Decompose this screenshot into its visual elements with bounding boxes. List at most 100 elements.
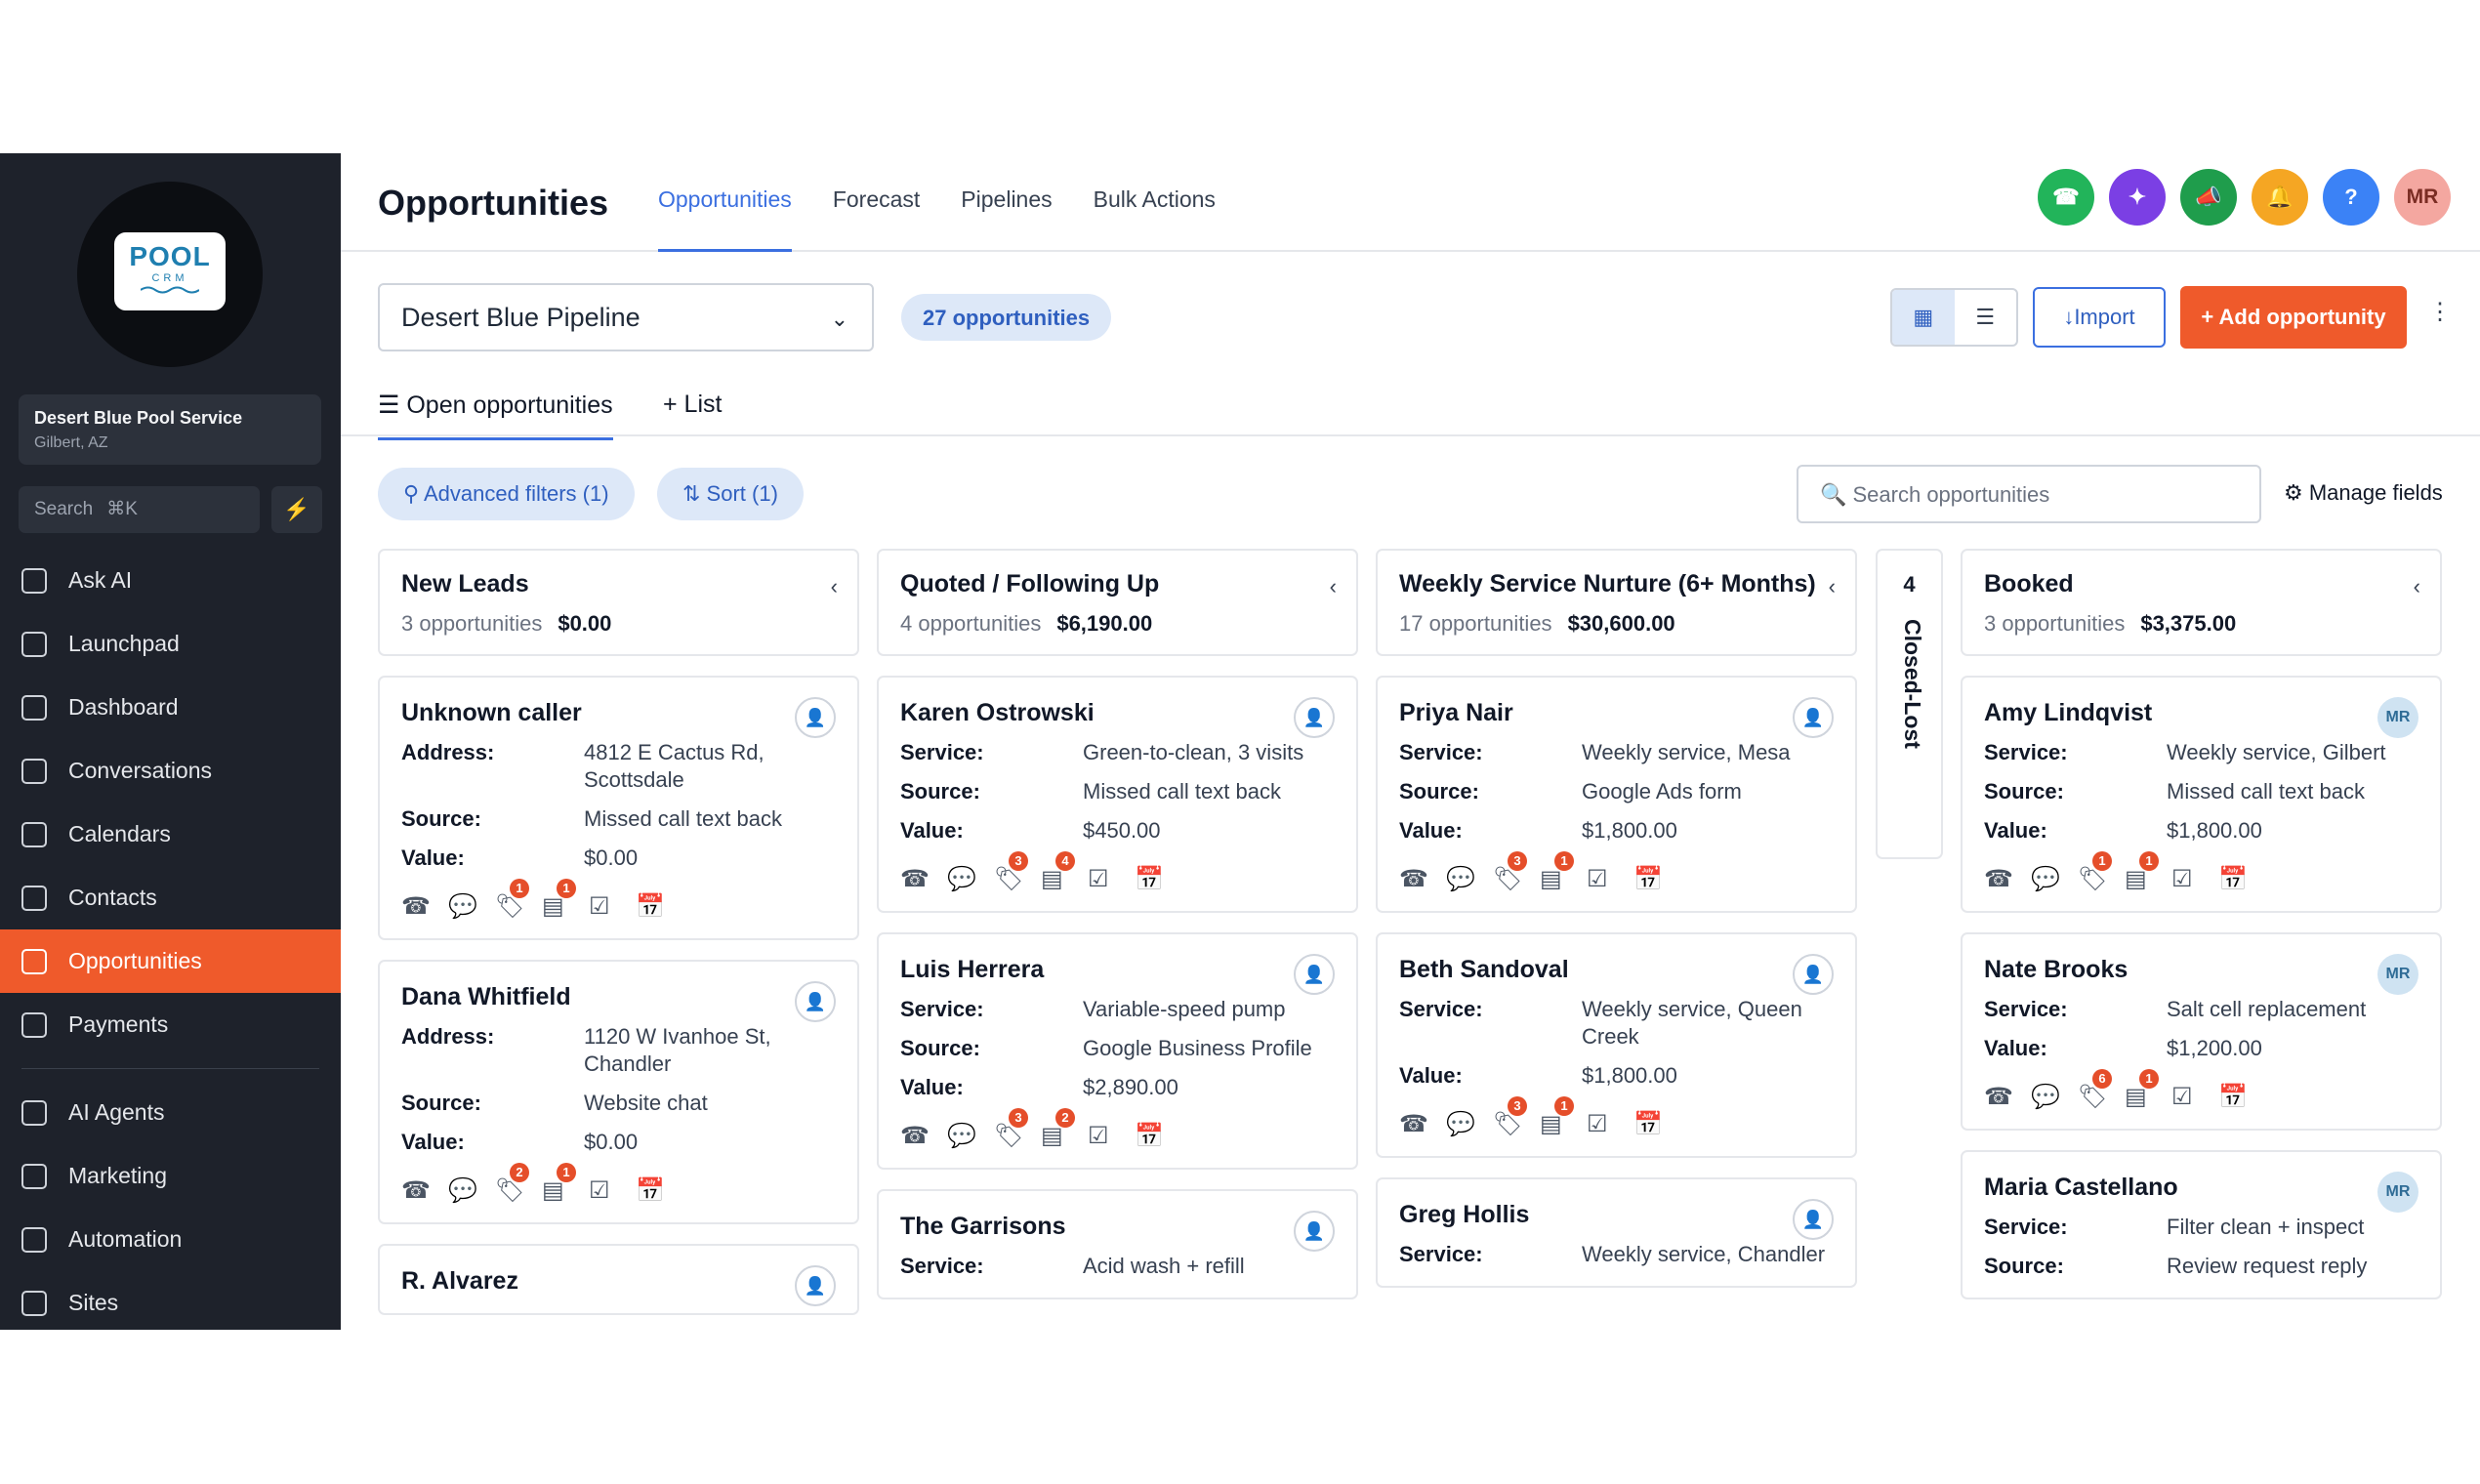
list-view-icon[interactable]: ☰ [1955, 290, 2017, 345]
tab-bulk-actions[interactable]: Bulk Actions [1094, 153, 1216, 252]
task-icon[interactable]: ☑ [1088, 1122, 1135, 1150]
assignee-avatar[interactable]: MR [2377, 697, 2418, 738]
notes-icon[interactable]: ▤ 4 [1041, 851, 1088, 893]
bell-icon[interactable]: 🔔 [2252, 169, 2308, 226]
tab-opportunities[interactable]: Opportunities [658, 153, 792, 252]
sidebar-item-calendars[interactable]: Calendars [0, 803, 341, 866]
message-icon[interactable]: 💬 [448, 1176, 495, 1205]
help-icon[interactable]: ? [2323, 169, 2379, 226]
collapse-icon[interactable]: ‹ [1829, 574, 1836, 599]
pipeline-select[interactable]: Desert Blue Pipeline ⌄ [378, 283, 874, 351]
message-icon[interactable]: 💬 [2031, 1083, 2078, 1111]
call-icon[interactable]: ☎ [401, 892, 448, 921]
opportunity-card[interactable]: Greg Hollis 👤 Service: Weekly service, Chan… [1376, 1177, 1857, 1288]
message-icon[interactable]: 💬 [947, 1122, 994, 1150]
user-icon[interactable]: 👤 [795, 697, 836, 738]
opportunity-card[interactable]: Unknown caller 👤 Address: 4812 E Cactus Rd,… [378, 676, 859, 940]
assignee-avatar[interactable]: MR [2377, 954, 2418, 995]
message-icon[interactable]: 💬 [2031, 865, 2078, 893]
call-icon[interactable]: ☎ [1399, 865, 1446, 893]
collapse-icon[interactable]: ‹ [1330, 574, 1337, 599]
grid-view-icon[interactable]: ▦ [1892, 290, 1955, 345]
sort-button[interactable]: ⇅ Sort (1) [657, 468, 804, 520]
user-icon[interactable]: 👤 [1793, 697, 1834, 738]
user-icon[interactable]: 👤 [795, 1265, 836, 1306]
user-icon[interactable]: 👤 [795, 981, 836, 1022]
user-icon[interactable]: 👤 [1294, 954, 1335, 995]
sidebar-item-contacts[interactable]: Contacts [0, 866, 341, 929]
tag-icon[interactable]: 🏷 3 [1493, 851, 1540, 893]
call-icon[interactable]: ☎ [1984, 1083, 2031, 1111]
opportunity-card[interactable]: Priya Nair 👤 Service: Weekly service, Mesa S… [1376, 676, 1857, 913]
task-icon[interactable]: ☑ [2171, 1083, 2218, 1111]
task-icon[interactable]: ☑ [589, 892, 636, 921]
opportunity-card[interactable]: Maria Castellano MR Service: Filter clean +… [1961, 1150, 2442, 1299]
opportunity-card[interactable]: R. Alvarez 👤 [378, 1244, 859, 1315]
opportunity-card[interactable]: Beth Sandoval 👤 Service: Weekly service, Qu… [1376, 932, 1857, 1158]
notes-icon[interactable]: ▤ 1 [1540, 851, 1587, 893]
calendar-icon[interactable]: 📅 [1135, 865, 1181, 893]
user-icon[interactable]: 👤 [1793, 1199, 1834, 1240]
sidebar-item-launchpad[interactable]: Launchpad [0, 612, 341, 676]
sidebar-item-marketing[interactable]: Marketing [0, 1144, 341, 1208]
calendar-icon[interactable]: 📅 [1135, 1122, 1181, 1150]
sidebar-item-dashboard[interactable]: Dashboard [0, 676, 341, 739]
tag-icon[interactable]: 🏷 3 [1493, 1096, 1540, 1138]
user-icon[interactable]: 👤 [1294, 697, 1335, 738]
notes-icon[interactable]: ▤ 1 [2125, 851, 2171, 893]
quick-actions-bolt-icon[interactable]: ⚡ [271, 486, 322, 533]
tab-pipelines[interactable]: Pipelines [961, 153, 1052, 252]
notes-icon[interactable]: ▤ 1 [1540, 1096, 1587, 1138]
calendar-icon[interactable]: 📅 [1633, 1110, 1680, 1138]
tag-icon[interactable]: 🏷 6 [2078, 1069, 2125, 1111]
manage-fields-button[interactable]: ⚙ Manage fields [2284, 480, 2443, 506]
sidebar-search[interactable]: Search ⌘K [19, 486, 260, 533]
more-options-icon[interactable]: ⋮ [2428, 298, 2452, 326]
tab-forecast[interactable]: Forecast [833, 153, 920, 252]
task-icon[interactable]: ☑ [589, 1176, 636, 1205]
closed-lost-column[interactable]: 4 Closed-Lost [1876, 549, 1943, 859]
task-icon[interactable]: ☑ [1088, 865, 1135, 893]
sidebar-item-automation[interactable]: Automation [0, 1208, 341, 1271]
call-icon[interactable]: ☎ [1984, 865, 2031, 893]
notes-icon[interactable]: ▤ 2 [1041, 1108, 1088, 1150]
sidebar-item-opportunities[interactable]: Opportunities [0, 929, 341, 993]
call-icon[interactable]: ☎ [401, 1176, 448, 1205]
message-icon[interactable]: 💬 [448, 892, 495, 921]
message-icon[interactable]: 💬 [1446, 865, 1493, 893]
opportunity-card[interactable]: Amy Lindqvist MR Service: Weekly service, G… [1961, 676, 2442, 913]
user-icon[interactable]: 👤 [1294, 1211, 1335, 1252]
opportunity-card[interactable]: Karen Ostrowski 👤 Service: Green-to-clean, … [877, 676, 1358, 913]
sidebar-item-payments[interactable]: Payments [0, 993, 341, 1056]
opportunity-card[interactable]: Luis Herrera 👤 Service: Variable-speed pump… [877, 932, 1358, 1170]
sparkle-icon[interactable]: ✦ [2109, 169, 2166, 226]
task-icon[interactable]: ☑ [1587, 865, 1633, 893]
phone-icon[interactable]: ☎ [2038, 169, 2094, 226]
assignee-avatar[interactable]: MR [2377, 1172, 2418, 1213]
call-icon[interactable]: ☎ [1399, 1110, 1446, 1138]
call-icon[interactable]: ☎ [900, 1122, 947, 1150]
task-icon[interactable]: ☑ [1587, 1110, 1633, 1138]
sidebar-item-sites[interactable]: Sites [0, 1271, 341, 1330]
notes-icon[interactable]: ▤ 1 [542, 879, 589, 921]
call-icon[interactable]: ☎ [900, 865, 947, 893]
message-icon[interactable]: 💬 [1446, 1110, 1493, 1138]
tag-icon[interactable]: 🏷 1 [495, 879, 542, 921]
user-icon[interactable]: 👤 [1793, 954, 1834, 995]
location-switcher[interactable]: Desert Blue Pool Service Gilbert, AZ [19, 394, 321, 465]
notes-icon[interactable]: ▤ 1 [542, 1163, 589, 1205]
sidebar-item-ai-agents[interactable]: AI Agents [0, 1081, 341, 1144]
message-icon[interactable]: 💬 [947, 865, 994, 893]
opportunity-card[interactable]: Dana Whitfield 👤 Address: 1120 W Ivanhoe St… [378, 960, 859, 1224]
calendar-icon[interactable]: 📅 [2218, 865, 2265, 893]
user-avatar[interactable]: MR [2394, 169, 2451, 226]
search-opportunities-input[interactable]: 🔍 Search opportunities [1797, 465, 2261, 523]
collapse-icon[interactable]: ‹ [831, 574, 838, 599]
tag-icon[interactable]: 🏷 1 [2078, 851, 2125, 893]
tag-icon[interactable]: 🏷 3 [994, 851, 1041, 893]
add-opportunity-button[interactable]: + Add opportunity [2180, 286, 2407, 349]
import-button[interactable]: ↓Import [2033, 287, 2166, 348]
sidebar-item-ask-ai[interactable]: Ask AI [0, 549, 341, 612]
advanced-filters-button[interactable]: ⚲ Advanced filters (1) [378, 468, 635, 520]
tab-add-list[interactable]: + List [663, 391, 722, 419]
